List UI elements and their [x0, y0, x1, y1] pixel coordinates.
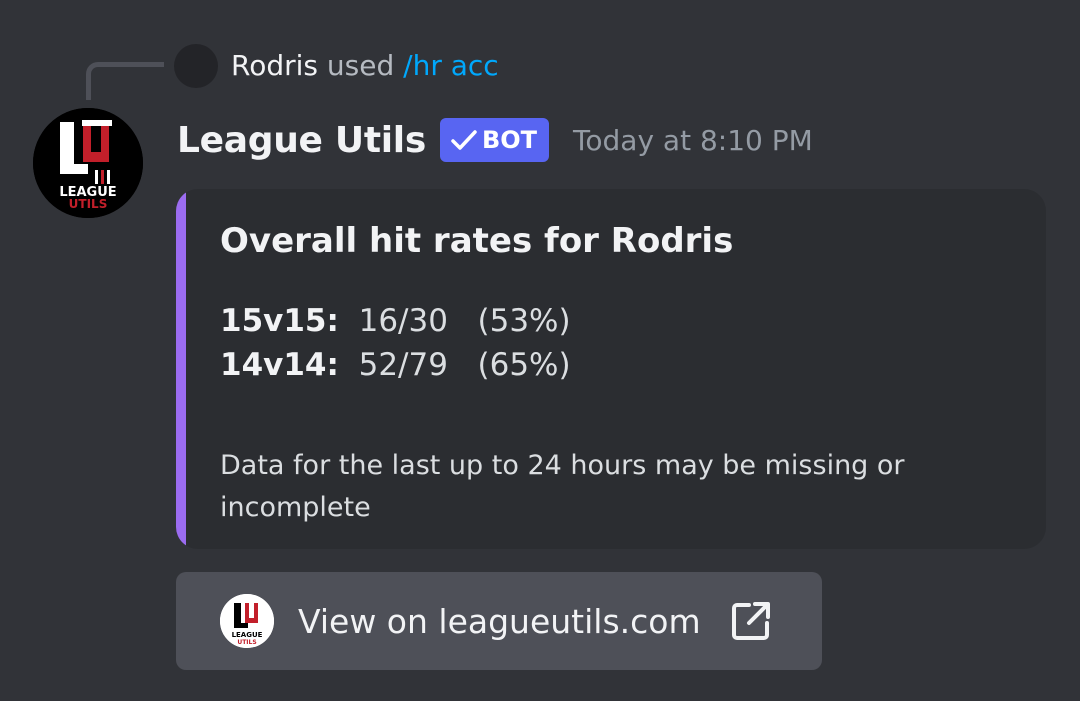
username[interactable]: League Utils: [177, 120, 426, 161]
link-button-label: View on leagueutils.com: [298, 601, 701, 641]
reply-used-label: used: [326, 49, 395, 82]
league-utils-logo-icon: LEAGUE UTILS: [33, 108, 143, 218]
bot-badge: BOT: [439, 118, 550, 162]
avatar[interactable]: LEAGUE UTILS: [33, 108, 143, 218]
link-logo-text-top: LEAGUE: [232, 631, 263, 639]
stat-value: 52/79 (65%): [358, 347, 571, 383]
league-utils-logo-icon: LEAGUE UTILS: [220, 594, 274, 648]
external-link-icon: [729, 599, 773, 643]
reply-context: Rodris used /hr acc: [231, 48, 499, 84]
bot-badge-label: BOT: [481, 126, 538, 154]
reply-username[interactable]: Rodris: [231, 49, 318, 82]
embed-card: Overall hit rates for Rodris 15v15: 16/3…: [176, 189, 1046, 549]
message-header: League Utils BOT Today at 8:10 PM: [177, 116, 813, 164]
embed-stats: 15v15: 16/30 (53%) 14v14: 52/79 (65%): [220, 299, 571, 387]
stat-key: 15v15:: [220, 303, 339, 339]
embed-accent-bar: [176, 189, 186, 549]
checkmark-icon: [451, 130, 477, 150]
embed-note: Data for the last up to 24 hours may be …: [220, 450, 905, 523]
reply-avatar[interactable]: [174, 44, 218, 88]
embed-title: Overall hit rates for Rodris: [220, 221, 734, 261]
avatar-text-bottom: UTILS: [69, 197, 108, 211]
link-logo-text-bottom: UTILS: [237, 639, 256, 646]
stat-value: 16/30 (53%): [358, 303, 571, 339]
reply-command[interactable]: /hr acc: [403, 49, 499, 82]
stat-row: 15v15: 16/30 (53%): [220, 299, 571, 343]
timestamp[interactable]: Today at 8:10 PM: [573, 124, 813, 157]
reply-connector: [86, 62, 164, 100]
stat-row: 14v14: 52/79 (65%): [220, 343, 571, 387]
stat-key: 14v14:: [220, 347, 339, 383]
view-on-website-button[interactable]: LEAGUE UTILS View on leagueutils.com: [176, 572, 822, 670]
